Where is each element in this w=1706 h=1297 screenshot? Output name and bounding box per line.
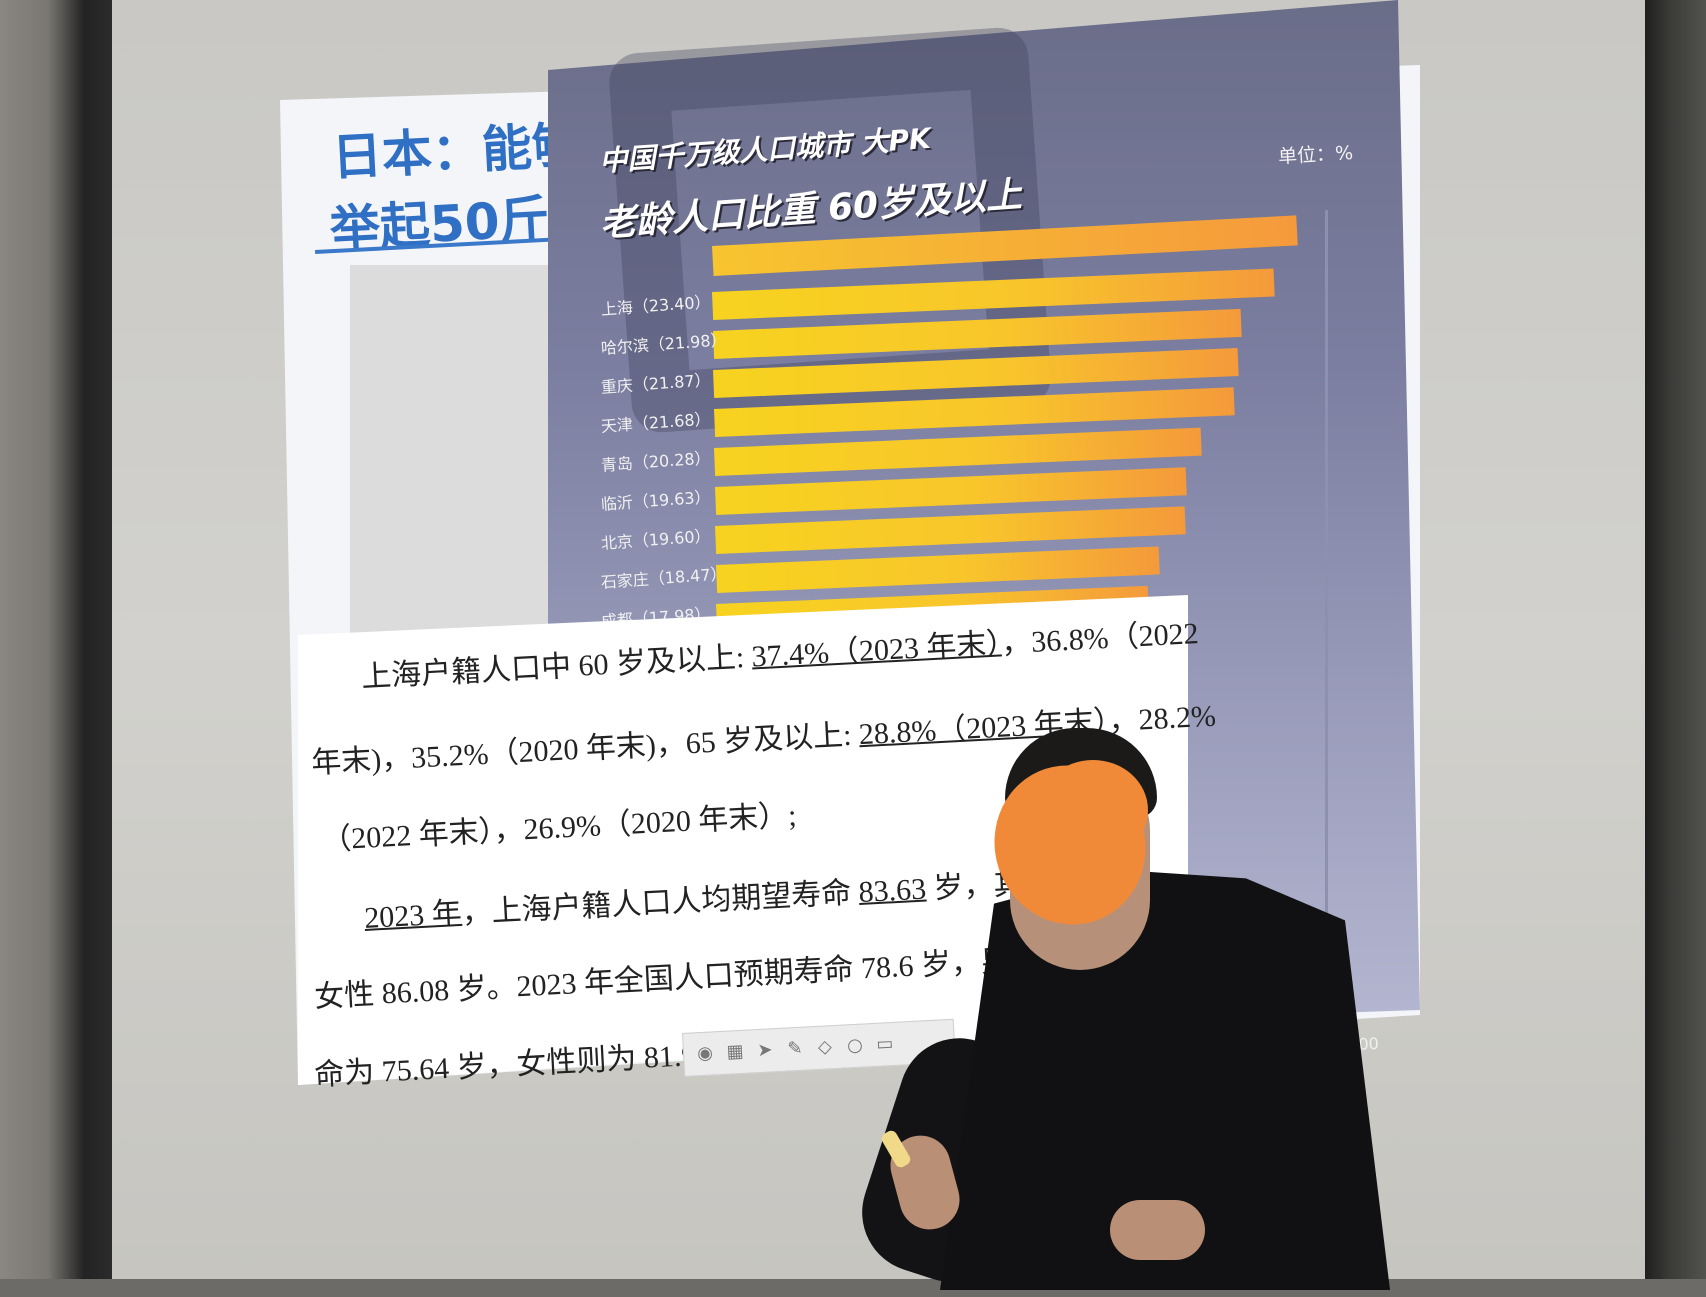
- grid-icon[interactable]: ▦: [724, 1041, 747, 1064]
- image-placeholder: [350, 265, 560, 640]
- face-blur-top: [1038, 760, 1148, 860]
- chart-unit: 单位：%: [1277, 142, 1354, 168]
- presenter-hand-right: [1110, 1200, 1205, 1260]
- doc-line-4-underline-value: 83.63: [857, 872, 927, 910]
- eye-icon[interactable]: ◉: [694, 1042, 717, 1065]
- cursor-icon[interactable]: ➤: [753, 1039, 776, 1062]
- right-wall: [1645, 0, 1706, 1279]
- doc-line-4-underline-year: 2023 年: [363, 896, 463, 935]
- left-wall: [0, 0, 120, 1279]
- slide-title-line1: 日本：能够: [330, 115, 584, 187]
- pen-icon[interactable]: ✎: [783, 1038, 806, 1061]
- eraser-icon[interactable]: ◇: [813, 1036, 836, 1059]
- screen-icon[interactable]: ▭: [873, 1033, 896, 1056]
- zoom-icon[interactable]: ○: [843, 1034, 866, 1057]
